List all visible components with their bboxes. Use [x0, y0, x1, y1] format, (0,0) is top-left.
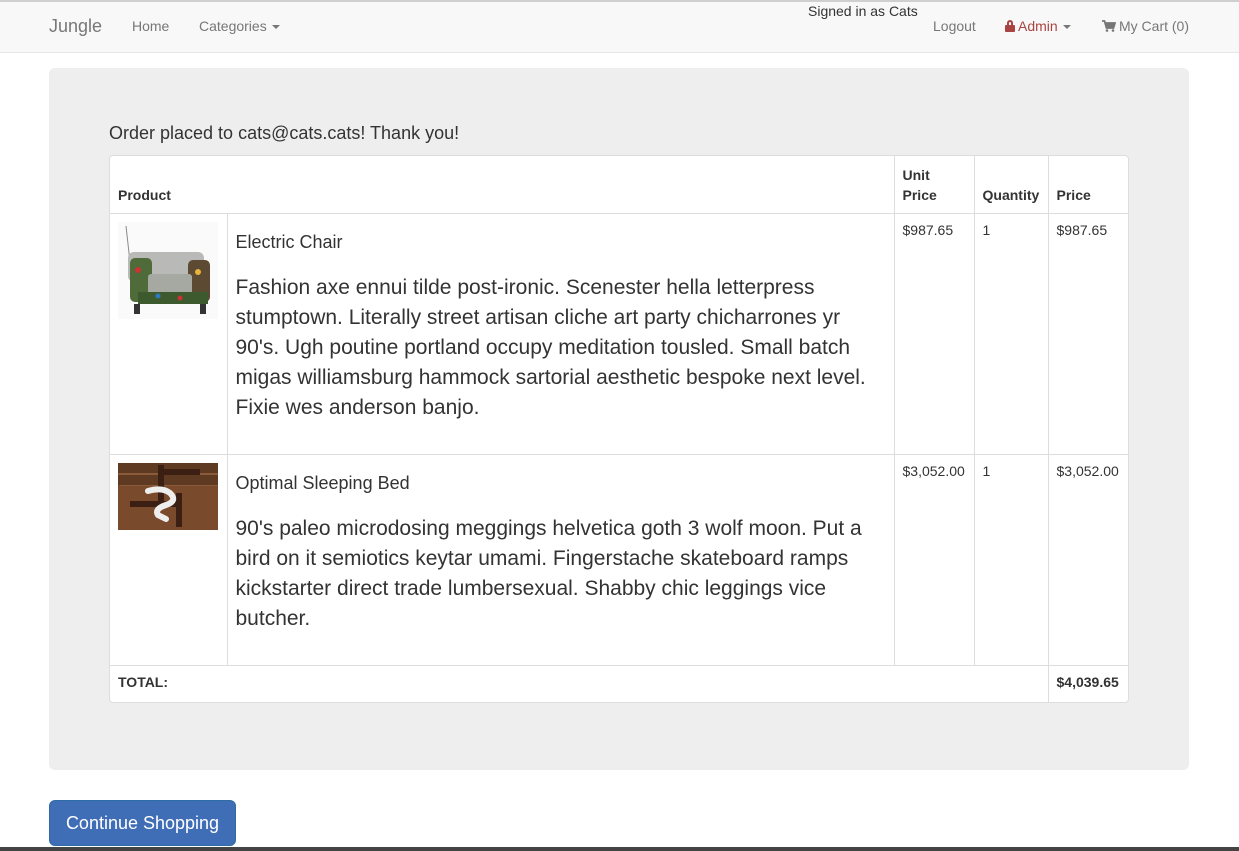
- total-row: TOTAL: $4,039.65: [110, 664, 1128, 702]
- lock-icon: [1005, 20, 1015, 32]
- chevron-down-icon: [1062, 25, 1071, 30]
- table-row: Electric Chair Fashion axe ennui tilde p…: [110, 212, 1128, 455]
- header-price: Price: [1047, 156, 1128, 214]
- quantity-cell: 1: [973, 453, 1049, 666]
- product-image-cell: [110, 453, 228, 666]
- nav-categories-dropdown[interactable]: Categories: [199, 18, 280, 34]
- categories-label: Categories: [199, 18, 267, 34]
- order-confirmation-panel: Order placed to cats@cats.cats! Thank yo…: [49, 68, 1189, 770]
- product-description: Fashion axe ennui tilde post-ironic. Sce…: [235, 275, 866, 419]
- navbar: Jungle Home Categories Signed in as Cats…: [0, 0, 1239, 53]
- product-name: Optimal Sleeping Bed: [235, 472, 410, 493]
- price-cell: $987.65: [1047, 212, 1128, 455]
- cart-icon: [1102, 20, 1116, 32]
- electric-chair-image: [118, 221, 218, 319]
- cart-link[interactable]: My Cart (0): [1102, 18, 1189, 34]
- admin-label: Admin: [1018, 18, 1058, 34]
- table-header-row: Product Unit Price Quantity Price: [110, 156, 1128, 214]
- price-cell: $3,052.00: [1047, 453, 1128, 666]
- logout-link[interactable]: Logout: [933, 18, 976, 34]
- total-label: TOTAL:: [110, 664, 1049, 702]
- unit-price-cell: $987.65: [893, 212, 975, 455]
- sleeping-bed-image: [118, 462, 218, 530]
- brand-link[interactable]: Jungle: [49, 16, 102, 37]
- chevron-down-icon: [271, 25, 280, 30]
- product-image-cell: [110, 212, 228, 455]
- admin-dropdown[interactable]: Admin: [1005, 18, 1071, 34]
- continue-shopping-button[interactable]: Continue Shopping: [49, 800, 236, 846]
- order-table-container: Product Unit Price Quantity Price Electr…: [109, 155, 1129, 703]
- total-value: $4,039.65: [1047, 664, 1128, 702]
- cart-label: My Cart (0): [1119, 18, 1189, 34]
- product-info-cell: Optimal Sleeping Bed 90's paleo microdos…: [226, 453, 895, 666]
- unit-price-cell: $3,052.00: [893, 453, 975, 666]
- product-info-cell: Electric Chair Fashion axe ennui tilde p…: [226, 212, 895, 455]
- window-bottom-edge: [0, 847, 1239, 851]
- order-table: Product Unit Price Quantity Price Electr…: [110, 156, 1128, 702]
- order-message: Order placed to cats@cats.cats! Thank yo…: [109, 123, 460, 143]
- header-product: Product: [110, 156, 895, 214]
- header-unit-price: Unit Price: [893, 156, 975, 214]
- product-name: Electric Chair: [235, 231, 343, 252]
- header-quantity: Quantity: [973, 156, 1049, 214]
- nav-home-link[interactable]: Home: [132, 18, 169, 34]
- product-description: 90's paleo microdosing meggings helvetic…: [235, 516, 862, 630]
- table-row: Optimal Sleeping Bed 90's paleo microdos…: [110, 453, 1128, 666]
- quantity-cell: 1: [973, 212, 1049, 455]
- signed-in-text: Signed in as Cats: [808, 3, 918, 19]
